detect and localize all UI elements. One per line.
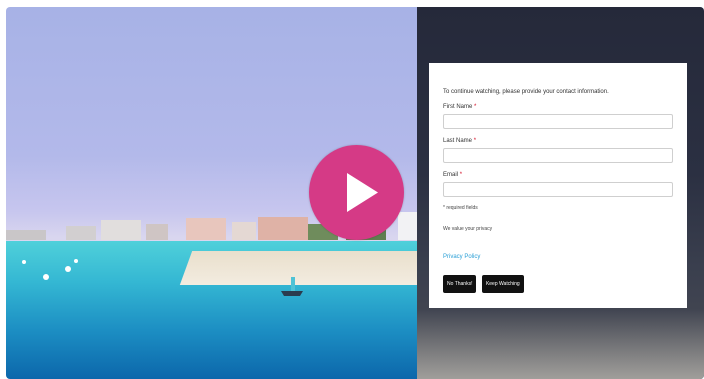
required-asterisk: * bbox=[473, 138, 477, 144]
required-fields-note: * required fields bbox=[443, 205, 478, 211]
last-name-field[interactable] bbox=[443, 148, 673, 163]
video-dim-foreground bbox=[417, 309, 704, 379]
last-name-label: Last Name * bbox=[443, 138, 674, 144]
last-name-label-text: Last Name bbox=[443, 138, 473, 144]
email-label: Email * bbox=[443, 172, 674, 178]
privacy-note: We value your privacy bbox=[443, 226, 493, 232]
first-name-field[interactable] bbox=[443, 114, 673, 129]
contact-gate-form: To continue watching, please provide you… bbox=[429, 63, 687, 308]
email-label-text: Email bbox=[443, 172, 459, 178]
first-name-label-text: First Name bbox=[443, 104, 473, 110]
first-name-label: First Name * bbox=[443, 104, 674, 110]
play-icon bbox=[347, 173, 378, 212]
required-asterisk: * bbox=[474, 104, 477, 110]
required-asterisk: * bbox=[459, 172, 463, 178]
privacy-policy-link[interactable]: Privacy Policy bbox=[443, 254, 480, 260]
keep-watching-button[interactable]: Keep Watching bbox=[481, 275, 524, 293]
no-thanks-button[interactable]: No Thanks! bbox=[443, 275, 477, 293]
play-button[interactable] bbox=[309, 145, 404, 240]
form-intro: To continue watching, please provide you… bbox=[443, 89, 609, 95]
email-field[interactable] bbox=[443, 182, 673, 197]
